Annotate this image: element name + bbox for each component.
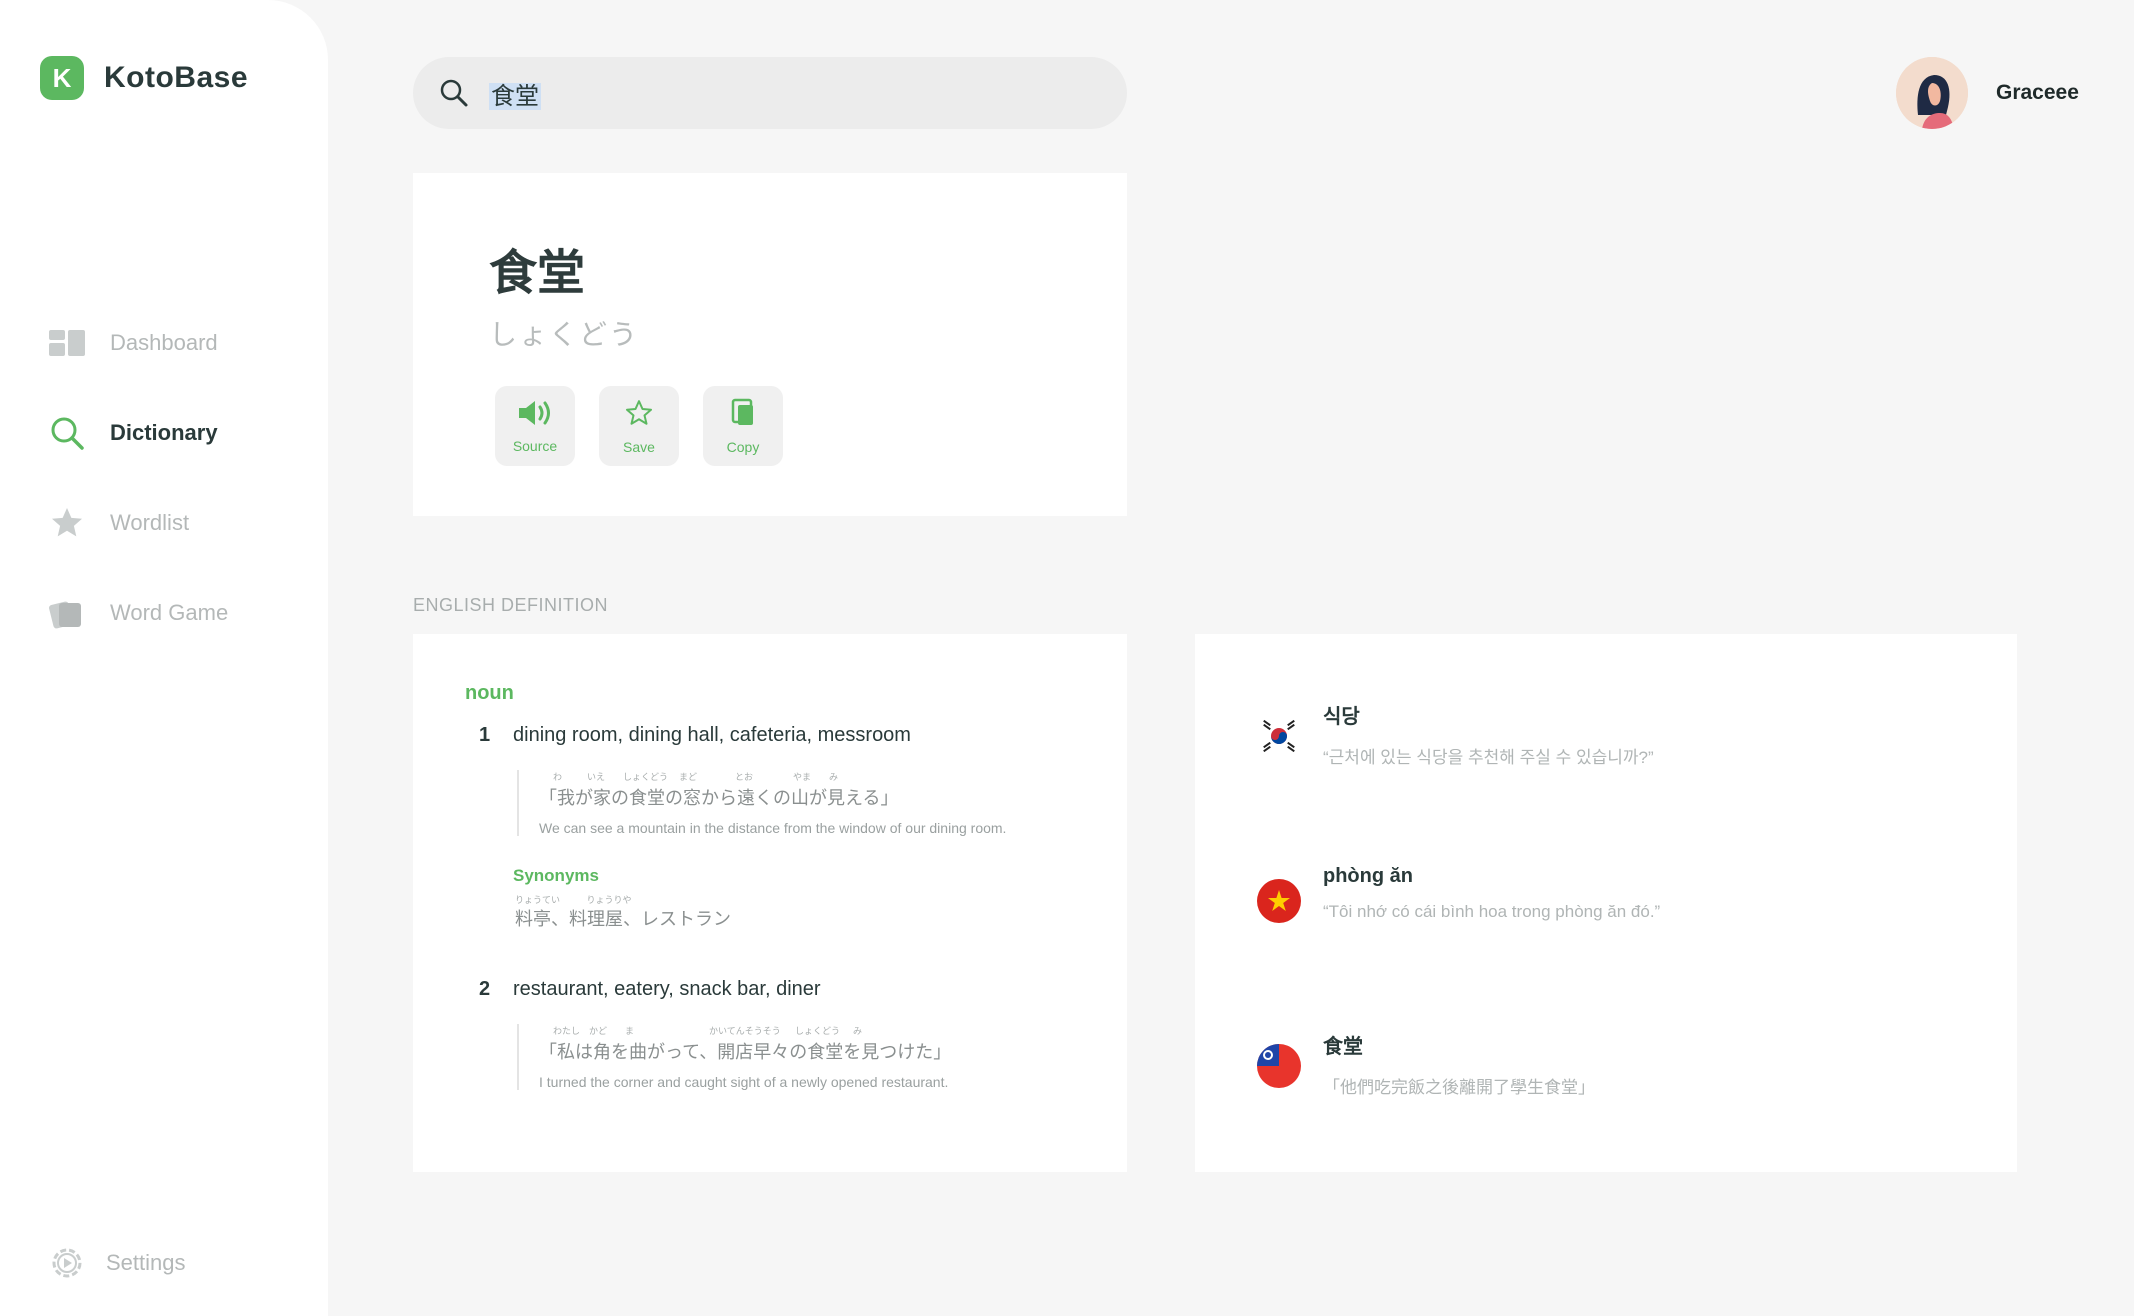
sense-gloss: dining room, dining hall, cafeteria, mes…: [513, 724, 911, 746]
avatar[interactable]: [1896, 57, 1968, 129]
ruby-text: しょくどう: [795, 1026, 841, 1036]
username: Graceee: [1996, 81, 2079, 104]
ruby-text: わ: [553, 772, 563, 782]
cards-icon: [48, 594, 86, 632]
ruby-text: りょうてい: [515, 895, 561, 905]
translation-word: phòng ăn: [1323, 865, 1413, 887]
search-input[interactable]: 食堂: [489, 76, 541, 111]
ruby-text: わたし: [553, 1026, 581, 1036]
translation-text: 식당 “근처에 있는 식당을 추천해 주실 수 있습니까?”: [1323, 700, 1654, 768]
synonyms-label: Synonyms: [513, 866, 599, 885]
copy-button[interactable]: Copy: [703, 386, 783, 466]
word-title: 食堂: [489, 247, 586, 300]
taiwan-flag-icon: [1257, 1044, 1301, 1088]
search-bar[interactable]: 食堂: [413, 57, 1127, 129]
translation-row-vietnamese: phòng ăn “Tôi nhớ có cái bình hoa trong …: [1257, 865, 1660, 923]
korea-flag-icon: [1257, 714, 1301, 758]
ruby-text: しょくどう: [623, 772, 669, 782]
star-icon: [48, 504, 86, 542]
logo-mark-icon: K: [40, 56, 84, 100]
vietnam-flag-icon: [1257, 879, 1301, 923]
ruby-text: かど: [589, 1026, 608, 1036]
sense-number: 2: [479, 978, 491, 1000]
app-logo[interactable]: K KotoBase: [40, 56, 248, 100]
sidebar-item-word-game[interactable]: Word Game: [48, 568, 228, 658]
translation-word: 식당: [1323, 706, 1360, 728]
example-sentence: わたし かど ま かいてんそうそう しょくどう み 「私は角を曲がって、開店早々…: [517, 1024, 951, 1090]
ruby-text: み: [853, 1026, 863, 1036]
sidebar-item-dictionary[interactable]: Dictionary: [48, 388, 228, 478]
save-button[interactable]: Save: [599, 386, 679, 466]
ruby-text: りょうりや: [586, 895, 632, 905]
translation-row-korean: 식당 “근처에 있는 식당을 추천해 주실 수 있습니까?”: [1257, 700, 1654, 768]
section-label: ENGLISH DEFINITION: [413, 595, 609, 615]
sense-gloss: restaurant, eatery, snack bar, diner: [513, 978, 821, 1000]
source-label: Source: [512, 437, 558, 454]
translation-text: 食堂 「他們吃完飯之後離開了學生食堂」: [1323, 1030, 1595, 1098]
definition-card: noun 1 dining room, dining hall, cafeter…: [413, 634, 1127, 1172]
star-outline-icon: [624, 398, 654, 433]
save-label: Save: [623, 438, 655, 455]
sidebar-item-dashboard[interactable]: Dashboard: [48, 298, 228, 388]
synonyms-list: 料亭、料理屋、レストラン: [515, 909, 731, 929]
gear-icon: [48, 1244, 86, 1282]
ruby-text: いえ: [587, 772, 606, 782]
user-profile[interactable]: Graceee: [1896, 57, 2079, 129]
dashboard-icon: [48, 324, 86, 362]
ruby-text: ま: [625, 1026, 635, 1036]
search-input-value: 食堂: [489, 82, 541, 110]
translation-text: phòng ăn “Tôi nhớ có cái bình hoa trong …: [1323, 865, 1660, 923]
ruby-text: まど: [679, 772, 698, 782]
sidebar-item-settings[interactable]: Settings: [48, 1244, 186, 1282]
sidebar-item-wordlist[interactable]: Wordlist: [48, 478, 228, 568]
example-japanese: わたし かど ま かいてんそうそう しょくどう み 「私は角を曲がって、開店早々…: [539, 1026, 952, 1064]
example-japanese-text: 「私は角を曲がって、開店早々の食堂を見つけた」: [539, 1042, 952, 1062]
sidebar-item-label: Word Game: [110, 600, 229, 625]
ruby-text: み: [829, 772, 839, 782]
settings-label: Settings: [106, 1250, 186, 1275]
translation-word: 食堂: [1323, 1036, 1363, 1058]
example-english: We can see a mountain in the distance fr…: [539, 820, 1007, 836]
example-japanese-text: 「我が家の食堂の窓から遠くの山が見える」: [539, 788, 899, 808]
sidebar-nav: Dashboard Dictionary Wordlist Word Game: [48, 298, 228, 658]
sidebar-item-label: Wordlist: [110, 510, 190, 535]
speaker-icon: [517, 399, 553, 432]
example-english: I turned the corner and caught sight of …: [539, 1074, 949, 1090]
word-card: 食堂 しょくどう Source Save Copy: [413, 173, 1127, 516]
translation-example: 「他們吃完飯之後離開了學生食堂」: [1323, 1078, 1595, 1097]
example-sentence: わ いえ しょくどう まど とお やま み 「我が家の食堂の窓から遠くの山が見え…: [517, 770, 1006, 836]
copy-icon: [729, 398, 757, 433]
translations-card: 식당 “근처에 있는 식당을 추천해 주실 수 있습니까?” phòng ăn …: [1195, 634, 2017, 1172]
word-actions: Source Save Copy: [495, 386, 807, 466]
word-reading: しょくどう: [489, 319, 640, 350]
sidebar: K KotoBase Dashboard Dictionary Wordlist…: [0, 0, 328, 1316]
source-button[interactable]: Source: [495, 386, 575, 466]
sidebar-item-label: Dictionary: [110, 420, 218, 445]
app-name: KotoBase: [104, 61, 249, 94]
ruby-text: かいてんそうそう: [709, 1026, 781, 1036]
search-icon: [437, 76, 471, 110]
translation-row-chinese: 食堂 「他們吃完飯之後離開了學生食堂」: [1257, 1030, 1595, 1098]
search-icon: [48, 414, 86, 452]
ruby-text: とお: [735, 772, 754, 782]
sense-number: 1: [479, 724, 491, 746]
translation-example: “근처에 있는 식당을 추천해 주실 수 있습니까?”: [1323, 748, 1654, 767]
copy-label: Copy: [726, 438, 760, 455]
sidebar-item-label: Dashboard: [110, 330, 218, 355]
example-japanese: わ いえ しょくどう まど とお やま み 「我が家の食堂の窓から遠くの山が見え…: [539, 772, 1006, 810]
translation-example: “Tôi nhớ có cái bình hoa trong phòng ăn …: [1323, 902, 1661, 921]
ruby-text: やま: [793, 772, 812, 782]
part-of-speech: noun: [465, 682, 514, 704]
